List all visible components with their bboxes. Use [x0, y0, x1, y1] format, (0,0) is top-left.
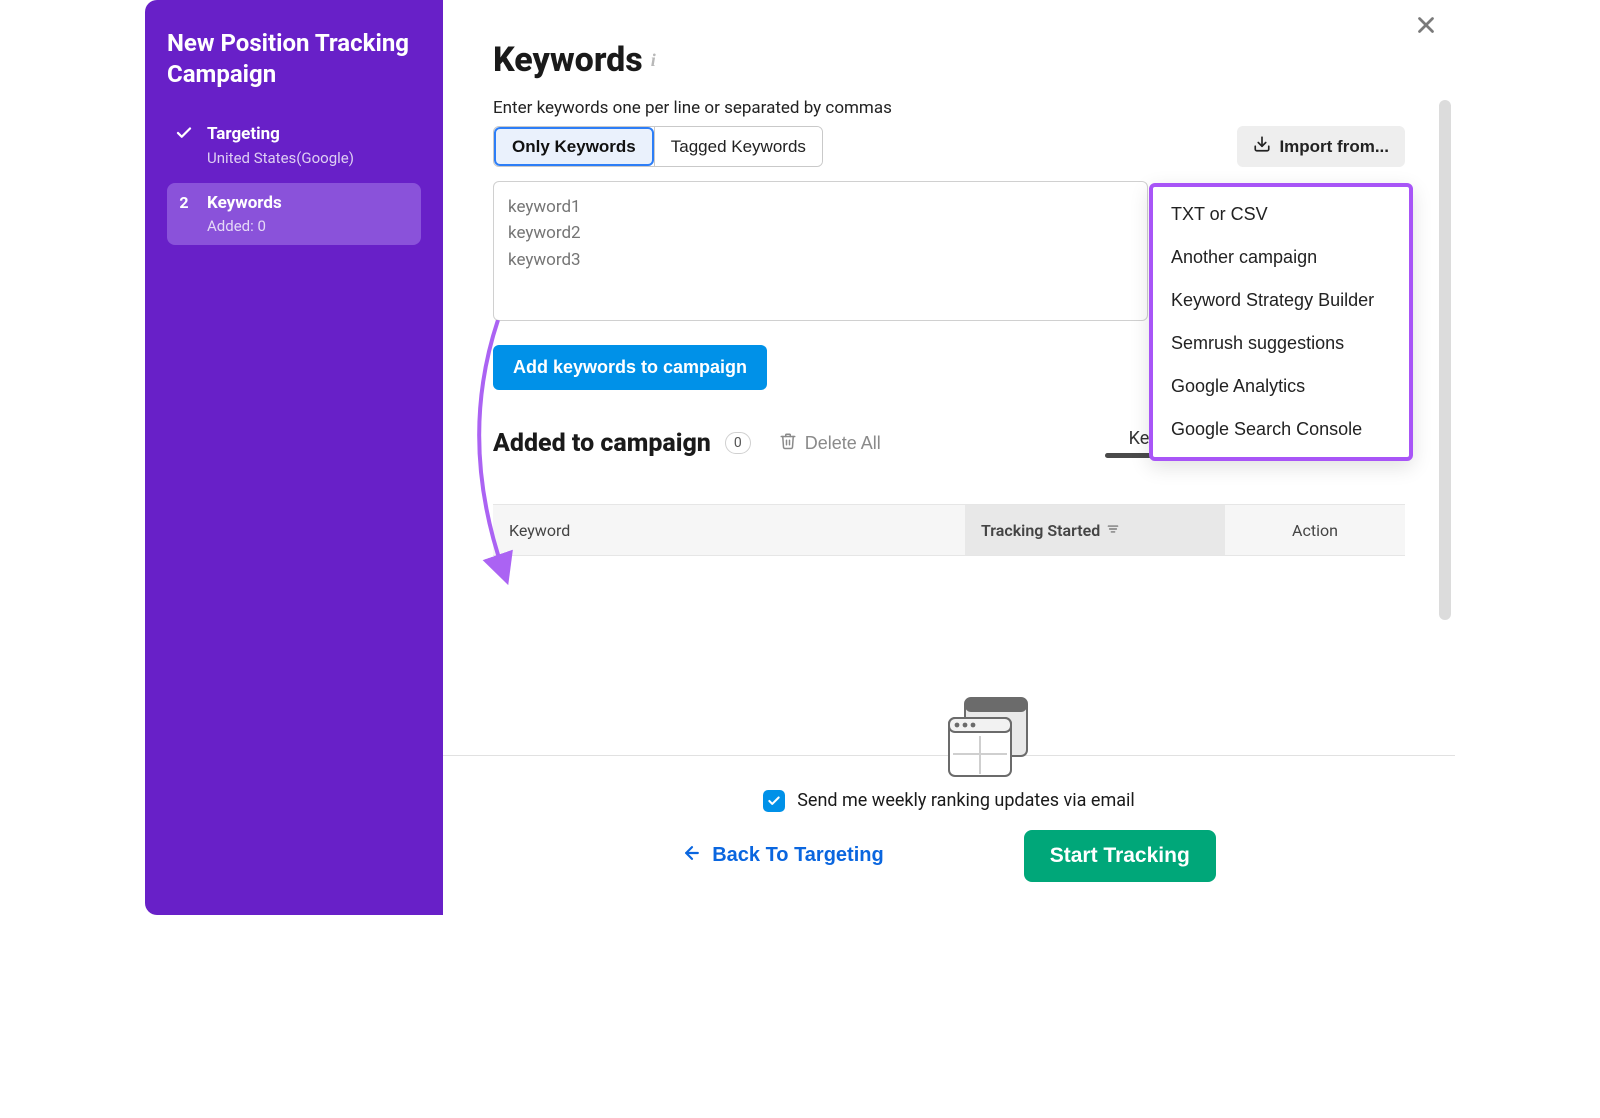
- added-section-title: Added to campaign: [493, 429, 711, 458]
- weekly-email-checkbox[interactable]: Send me weekly ranking updates via email: [763, 790, 1135, 812]
- wizard-title: New Position Tracking Campaign: [167, 28, 421, 90]
- tab-only-keywords[interactable]: Only Keywords: [494, 127, 654, 166]
- tab-tagged-keywords[interactable]: Tagged Keywords: [654, 127, 822, 166]
- import-option-semrush-suggestions[interactable]: Semrush suggestions: [1153, 322, 1409, 365]
- keywords-textarea[interactable]: [493, 181, 1148, 321]
- column-action: Action: [1225, 504, 1405, 556]
- import-option-another-campaign[interactable]: Another campaign: [1153, 236, 1409, 279]
- instruction-text: Enter keywords one per line or separated…: [493, 98, 1405, 118]
- page-title-text: Keywords: [493, 40, 643, 80]
- import-from-button[interactable]: Import from...: [1237, 126, 1405, 167]
- check-icon: [175, 124, 193, 148]
- import-from-label: Import from...: [1279, 137, 1389, 157]
- start-tracking-button[interactable]: Start Tracking: [1024, 830, 1216, 882]
- keyword-tab-group: Only Keywords Tagged Keywords: [493, 126, 823, 167]
- arrow-left-icon: [682, 843, 702, 869]
- import-option-keyword-strategy-builder[interactable]: Keyword Strategy Builder: [1153, 279, 1409, 322]
- back-to-targeting-button[interactable]: Back To Targeting: [682, 843, 884, 869]
- step-number: 2: [175, 193, 193, 214]
- back-button-label: Back To Targeting: [712, 844, 884, 867]
- step-sublabel: Added: 0: [207, 217, 282, 235]
- footer: Send me weekly ranking updates via email…: [443, 755, 1455, 915]
- step-label: Targeting: [207, 124, 354, 144]
- download-icon: [1253, 135, 1271, 158]
- import-option-google-search-console[interactable]: Google Search Console: [1153, 408, 1409, 451]
- weekly-email-label: Send me weekly ranking updates via email: [797, 790, 1135, 811]
- delete-all-label: Delete All: [805, 433, 881, 454]
- wizard-step-targeting[interactable]: Targeting United States(Google): [167, 114, 421, 176]
- checkbox-checked-icon: [763, 790, 785, 812]
- wizard-step-keywords[interactable]: 2 Keywords Added: 0: [167, 183, 421, 245]
- column-tracking-started[interactable]: Tracking Started: [965, 504, 1225, 556]
- add-keywords-button[interactable]: Add keywords to campaign: [493, 345, 767, 390]
- column-tracking-started-label: Tracking Started: [981, 521, 1100, 540]
- step-label: Keywords: [207, 193, 282, 213]
- column-keyword[interactable]: Keyword: [493, 504, 965, 556]
- close-icon[interactable]: [1413, 12, 1439, 42]
- import-option-google-analytics[interactable]: Google Analytics: [1153, 365, 1409, 408]
- info-icon[interactable]: i: [651, 50, 656, 71]
- scrollbar[interactable]: [1439, 100, 1451, 620]
- delete-all-button[interactable]: Delete All: [779, 432, 881, 455]
- import-option-txt-csv[interactable]: TXT or CSV: [1153, 193, 1409, 236]
- sort-icon: [1106, 521, 1120, 540]
- trash-icon: [779, 432, 797, 455]
- keywords-table-header: Keyword Tracking Started Action: [493, 504, 1405, 556]
- step-sublabel: United States(Google): [207, 149, 354, 167]
- added-count-badge: 0: [725, 432, 751, 454]
- import-from-dropdown: TXT or CSV Another campaign Keyword Stra…: [1149, 183, 1413, 461]
- wizard-sidebar: New Position Tracking Campaign Targeting…: [145, 0, 443, 915]
- page-title: Keywords i: [493, 40, 1405, 80]
